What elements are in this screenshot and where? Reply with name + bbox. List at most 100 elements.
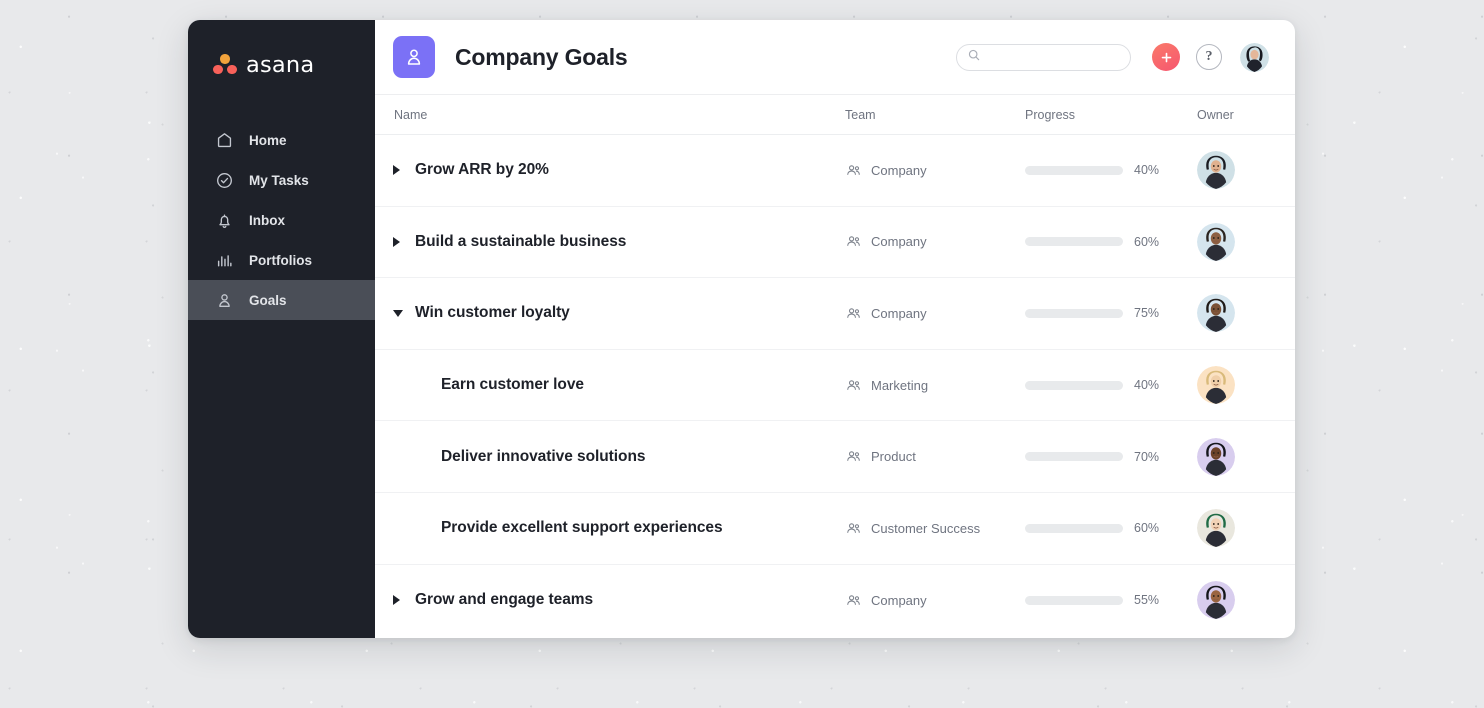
team-cell[interactable]: Company [845,305,1025,322]
progress-cell[interactable]: 40% [1025,163,1197,177]
expand-chevron-icon[interactable] [393,236,415,247]
asana-brand[interactable]: asana [188,44,375,86]
goal-name-cell[interactable]: Win customer loyalty [375,304,845,322]
table-row[interactable]: Grow ARR by 20% Company 40% [375,135,1295,207]
progress-cell[interactable]: 40% [1025,378,1197,392]
owner-avatar[interactable] [1197,509,1235,548]
owner-cell[interactable] [1197,581,1295,620]
progress-cell[interactable]: 60% [1025,235,1197,249]
sidebar-item-my-tasks[interactable]: My Tasks [188,160,375,200]
user-avatar[interactable] [1240,42,1269,72]
goal-name-label: Grow and engage teams [415,591,594,609]
project-goal-icon [393,36,435,78]
team-cell[interactable]: Marketing [845,377,1025,394]
table-row[interactable]: Deliver innovative solutions Product 70% [375,421,1295,493]
goals-table: Name Team Progress Owner Grow ARR by 20%… [375,95,1295,638]
table-row[interactable]: Grow and engage teams Company 55% [375,565,1295,637]
expand-chevron-icon[interactable] [393,595,415,606]
progress-percent-label: 60% [1134,521,1160,536]
owner-avatar[interactable] [1197,151,1235,190]
collapse-chevron-icon[interactable] [393,309,415,317]
team-cell[interactable]: Product [845,448,1025,465]
team-label: Customer Success [871,520,981,536]
page-title: Company Goals [455,43,628,70]
goal-name-cell[interactable]: Build a sustainable business [375,233,845,251]
team-people-icon [845,448,862,465]
goal-name-label: Win customer loyalty [415,304,570,322]
progress-percent-label: 75% [1134,306,1160,321]
team-cell[interactable]: Customer Success [845,520,1025,537]
owner-cell[interactable] [1197,437,1295,476]
goal-name-label: Deliver innovative solutions [441,447,646,465]
team-label: Product [871,449,916,465]
search-icon [967,48,981,67]
column-header-team: Team [845,107,876,122]
owner-avatar[interactable] [1197,366,1235,405]
owner-avatar[interactable] [1197,222,1235,261]
progress-cell[interactable]: 75% [1025,306,1197,320]
table-row[interactable]: Win customer loyalty Company 75% [375,278,1295,350]
progress-cell[interactable]: 70% [1025,450,1197,464]
table-row[interactable]: Earn customer love Marketing 40% [375,350,1295,422]
progress-percent-label: 70% [1134,449,1160,464]
team-cell[interactable]: Company [845,233,1025,250]
team-people-icon [845,162,862,179]
sidebar-item-goals[interactable]: Goals [188,280,375,320]
goal-name-cell[interactable]: Grow ARR by 20% [375,161,845,179]
sidebar-item-label: Inbox [249,212,285,228]
app-window: asana Home My Tasks Inbox Portfolios Goa… [188,20,1295,638]
sidebar-item-home[interactable]: Home [188,120,375,160]
owner-cell[interactable] [1197,294,1295,333]
sidebar-item-label: My Tasks [249,172,309,188]
goal-name-label: Earn customer love [441,376,584,394]
bar-chart-icon [214,250,234,270]
table-row[interactable]: Build a sustainable business Company 60% [375,207,1295,279]
owner-cell[interactable] [1197,151,1295,190]
main-panel: Company Goals ? Name Team Progress Owner… [375,20,1295,638]
progress-cell[interactable]: 55% [1025,593,1197,607]
team-cell[interactable]: Company [845,592,1025,609]
expand-chevron-icon[interactable] [393,165,415,176]
table-body: Grow ARR by 20% Company 40% Build a sust… [375,135,1295,636]
team-cell[interactable]: Company [845,162,1025,179]
progress-bar-track [1025,380,1123,390]
add-button[interactable] [1152,43,1180,71]
sidebar-item-portfolios[interactable]: Portfolios [188,240,375,280]
help-button[interactable]: ? [1196,44,1222,70]
progress-percent-label: 40% [1134,378,1160,393]
goal-name-label: Grow ARR by 20% [415,161,549,179]
progress-percent-label: 40% [1134,163,1160,178]
owner-cell[interactable] [1197,509,1295,548]
progress-bar-track [1025,237,1123,247]
column-header-owner: Owner [1197,107,1234,122]
asana-logo-icon [213,54,237,76]
sidebar-item-inbox[interactable]: Inbox [188,200,375,240]
goal-name-cell[interactable]: Deliver innovative solutions [375,448,845,466]
owner-avatar[interactable] [1197,581,1235,620]
team-label: Marketing [871,377,929,393]
table-header-row: Name Team Progress Owner [375,95,1295,135]
progress-cell[interactable]: 60% [1025,521,1197,535]
goal-name-label: Build a sustainable business [415,232,627,250]
search-input[interactable] [988,50,1120,64]
search-bar[interactable] [956,43,1131,71]
sidebar-nav: Home My Tasks Inbox Portfolios Goals [188,120,375,320]
owner-avatar[interactable] [1197,437,1235,476]
owner-cell[interactable] [1197,222,1295,261]
team-label: Company [871,162,927,178]
team-label: Company [871,592,927,608]
owner-avatar[interactable] [1197,294,1235,333]
goal-name-cell[interactable]: Provide excellent support experiences [375,519,845,537]
owner-cell[interactable] [1197,366,1295,405]
progress-bar-track [1025,595,1123,605]
table-row[interactable]: Provide excellent support experiences Cu… [375,493,1295,565]
column-header-progress: Progress [1025,107,1076,122]
goal-name-cell[interactable]: Grow and engage teams [375,591,845,609]
progress-bar-track [1025,165,1123,175]
goal-person-icon [214,290,234,310]
progress-bar-track [1025,452,1123,462]
topbar: Company Goals ? [375,20,1295,95]
bell-icon [214,210,234,230]
goal-name-cell[interactable]: Earn customer love [375,376,845,394]
team-people-icon [845,377,862,394]
